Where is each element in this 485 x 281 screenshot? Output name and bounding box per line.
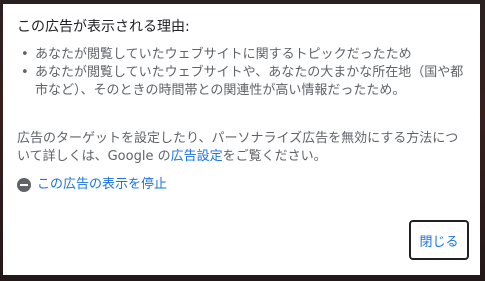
ad-settings-link[interactable]: 広告設定 — [171, 149, 223, 164]
minus-circle-icon — [17, 178, 31, 192]
stop-ad-button[interactable]: この広告の表示を停止 — [17, 176, 167, 194]
bullet-icon: • — [21, 47, 29, 62]
reasons-list: • あなたが閲覧していたウェブサイトに関するトピックだったため • あなたが閲覧… — [17, 46, 466, 100]
info-text-after: をご覧ください。 — [222, 149, 327, 164]
reason-item: • あなたが閲覧していたウェブサイトや、あなたの大まかな所在地（国や都市など）、… — [17, 64, 466, 100]
reason-text: あなたが閲覧していたウェブサイトに関するトピックだったため — [35, 47, 412, 62]
ad-info-dialog: この広告が表示される理由: • あなたが閲覧していたウェブサイトに関するトピック… — [3, 4, 480, 275]
stop-ad-label: この広告の表示を停止 — [37, 177, 168, 192]
bullet-icon: • — [21, 65, 29, 80]
reason-item: • あなたが閲覧していたウェブサイトに関するトピックだったため — [17, 46, 466, 64]
close-button[interactable]: 閉じる — [409, 220, 469, 260]
reason-text: あなたが閲覧していたウェブサイトや、あなたの大まかな所在地（国や都市など）、その… — [35, 65, 464, 98]
dialog-title: この広告が表示される理由: — [17, 19, 190, 35]
ad-settings-info: 広告のターゲットを設定したり、パーソナライズ広告を無効にする方法について詳しくは… — [17, 130, 469, 166]
